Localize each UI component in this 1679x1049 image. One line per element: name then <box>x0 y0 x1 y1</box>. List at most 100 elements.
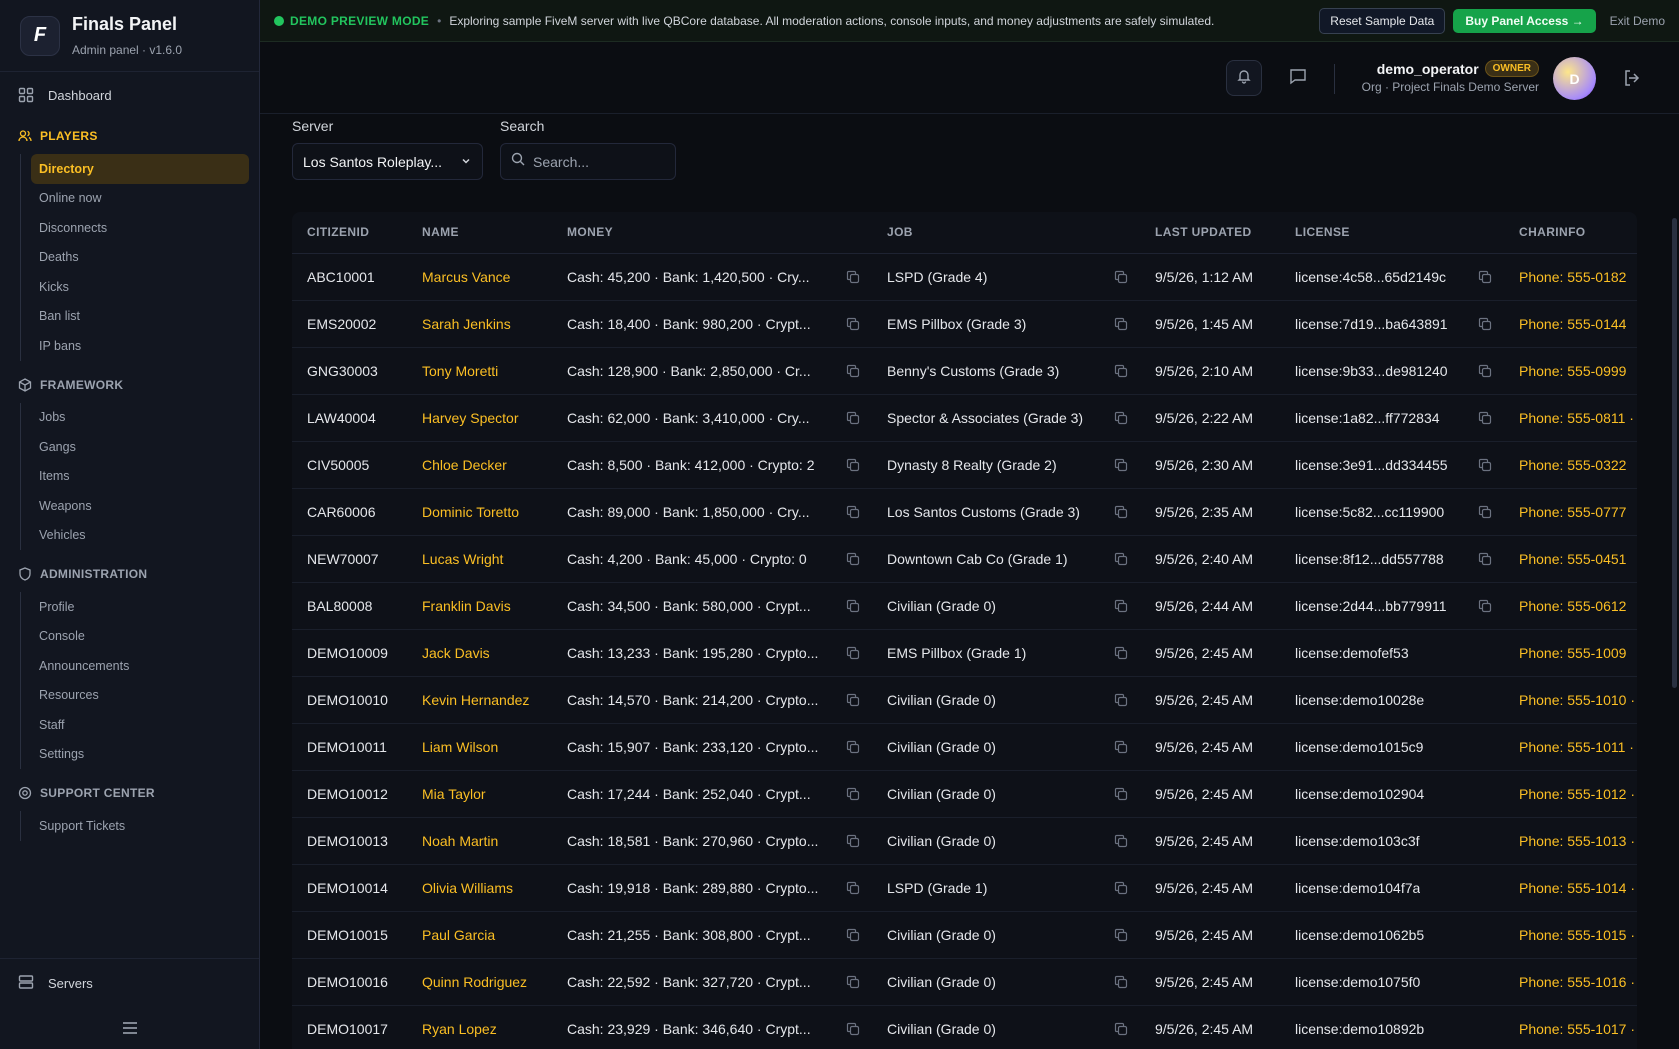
sidebar-item-gangs[interactable]: Gangs <box>31 432 249 462</box>
copy-icon[interactable] <box>1478 270 1492 284</box>
copy-icon[interactable] <box>846 881 860 895</box>
copy-icon[interactable] <box>1114 364 1128 378</box>
player-name-link[interactable]: Kevin Hernandez <box>407 676 552 724</box>
sidebar-item-support-tickets[interactable]: Support Tickets <box>31 811 249 841</box>
reset-sample-data-button[interactable]: Reset Sample Data <box>1319 7 1446 34</box>
copy-icon[interactable] <box>1114 552 1128 566</box>
sidebar-item-staff[interactable]: Staff <box>31 710 249 740</box>
messages-button[interactable] <box>1280 60 1316 96</box>
player-name-link[interactable]: Olivia Williams <box>407 864 552 912</box>
table-row[interactable]: DEMO10014 Olivia Williams Cash: 19,918 · B… <box>292 864 1637 912</box>
copy-icon[interactable] <box>1478 317 1492 331</box>
column-header-job[interactable]: JOB <box>872 212 1140 254</box>
player-name-link[interactable]: Tony Moretti <box>407 347 552 395</box>
player-name-link[interactable]: Lucas Wright <box>407 535 552 583</box>
player-name-link[interactable]: Ryan Lopez <box>407 1005 552 1049</box>
player-name-link[interactable]: Harvey Spector <box>407 394 552 442</box>
player-name-link[interactable]: Franklin Davis <box>407 582 552 630</box>
table-row[interactable]: DEMO10009 Jack Davis Cash: 13,233 · Bank: … <box>292 629 1637 677</box>
player-name-link[interactable]: Quinn Rodriguez <box>407 958 552 1006</box>
copy-icon[interactable] <box>846 505 860 519</box>
table-row[interactable]: LAW40004 Harvey Spector Cash: 62,000 · Ban… <box>292 394 1637 442</box>
search-input[interactable] <box>533 153 663 170</box>
copy-icon[interactable] <box>846 834 860 848</box>
copy-icon[interactable] <box>846 787 860 801</box>
copy-icon[interactable] <box>1478 599 1492 613</box>
copy-icon[interactable] <box>846 599 860 613</box>
sidebar-item-ip-bans[interactable]: IP bans <box>31 331 249 361</box>
player-name-link[interactable]: Marcus Vance <box>407 253 552 301</box>
copy-icon[interactable] <box>846 646 860 660</box>
sidebar-item-weapons[interactable]: Weapons <box>31 491 249 521</box>
column-header-citizenid[interactable]: CITIZENID <box>292 212 407 254</box>
copy-icon[interactable] <box>1478 458 1492 472</box>
copy-icon[interactable] <box>1114 270 1128 284</box>
table-row[interactable]: DEMO10012 Mia Taylor Cash: 17,244 · Bank: … <box>292 770 1637 818</box>
table-row[interactable]: DEMO10017 Ryan Lopez Cash: 23,929 · Bank: … <box>292 1005 1637 1049</box>
copy-icon[interactable] <box>846 928 860 942</box>
table-row[interactable]: EMS20002 Sarah Jenkins Cash: 18,400 · Bank… <box>292 300 1637 348</box>
copy-icon[interactable] <box>846 740 860 754</box>
copy-icon[interactable] <box>1114 693 1128 707</box>
table-row[interactable]: BAL80008 Franklin Davis Cash: 34,500 · Ban… <box>292 582 1637 630</box>
copy-icon[interactable] <box>846 270 860 284</box>
copy-icon[interactable] <box>846 411 860 425</box>
column-header-charinfo[interactable]: CHARINFO <box>1504 212 1637 254</box>
sidebar-item-ban-list[interactable]: Ban list <box>31 302 249 332</box>
sidebar-item-profile[interactable]: Profile <box>31 592 249 622</box>
buy-panel-access-button[interactable]: Buy Panel Access → <box>1453 8 1596 33</box>
menu-icon[interactable] <box>0 1007 259 1049</box>
copy-icon[interactable] <box>1114 458 1128 472</box>
copy-icon[interactable] <box>1114 317 1128 331</box>
copy-icon[interactable] <box>1478 505 1492 519</box>
section-administration[interactable]: ADMINISTRATION <box>0 560 259 588</box>
player-name-link[interactable]: Chloe Decker <box>407 441 552 489</box>
sidebar-item-servers[interactable]: Servers <box>0 959 259 1007</box>
player-name-link[interactable]: Dominic Toretto <box>407 488 552 536</box>
player-name-link[interactable]: Mia Taylor <box>407 770 552 818</box>
sidebar-item-items[interactable]: Items <box>31 462 249 492</box>
copy-icon[interactable] <box>846 317 860 331</box>
table-row[interactable]: CIV50005 Chloe Decker Cash: 8,500 · Bank: … <box>292 441 1637 489</box>
column-header-last-updated[interactable]: LAST UPDATED <box>1140 212 1280 254</box>
column-header-name[interactable]: NAME <box>407 212 552 254</box>
logout-icon[interactable] <box>1623 69 1641 92</box>
exit-demo-button[interactable]: Exit Demo <box>1610 14 1665 28</box>
copy-icon[interactable] <box>846 458 860 472</box>
sidebar-item-vehicles[interactable]: Vehicles <box>31 521 249 551</box>
copy-icon[interactable] <box>846 552 860 566</box>
copy-icon[interactable] <box>1114 505 1128 519</box>
section-support-center[interactable]: SUPPORT CENTER <box>0 779 259 807</box>
copy-icon[interactable] <box>1114 1022 1128 1036</box>
user-info[interactable]: demo_operator OWNER Org · Project Finals… <box>1362 60 1539 94</box>
table-row[interactable]: NEW70007 Lucas Wright Cash: 4,200 · Bank: … <box>292 535 1637 583</box>
avatar[interactable]: D <box>1553 57 1596 100</box>
server-select[interactable]: Los Santos Roleplay... <box>292 143 483 180</box>
table-row[interactable]: DEMO10010 Kevin Hernandez Cash: 14,570 · B… <box>292 676 1637 724</box>
copy-icon[interactable] <box>1478 411 1492 425</box>
table-row[interactable]: ABC10001 Marcus Vance Cash: 45,200 · Bank:… <box>292 253 1637 301</box>
player-name-link[interactable]: Liam Wilson <box>407 723 552 771</box>
sidebar-item-directory[interactable]: Directory <box>31 154 249 184</box>
copy-icon[interactable] <box>1114 599 1128 613</box>
player-name-link[interactable]: Jack Davis <box>407 629 552 677</box>
sidebar-item-announcements[interactable]: Announcements <box>31 651 249 681</box>
table-row[interactable]: GNG30003 Tony Moretti Cash: 128,900 · Bank… <box>292 347 1637 395</box>
search-field[interactable] <box>500 143 676 180</box>
copy-icon[interactable] <box>1114 787 1128 801</box>
sidebar-item-online-now[interactable]: Online now <box>31 184 249 214</box>
copy-icon[interactable] <box>846 1022 860 1036</box>
table-row[interactable]: DEMO10011 Liam Wilson Cash: 15,907 · Bank:… <box>292 723 1637 771</box>
section-framework[interactable]: FRAMEWORK <box>0 371 259 399</box>
section-players[interactable]: PLAYERS <box>0 122 259 150</box>
player-name-link[interactable]: Noah Martin <box>407 817 552 865</box>
copy-icon[interactable] <box>1478 552 1492 566</box>
copy-icon[interactable] <box>1114 740 1128 754</box>
sidebar-item-dashboard[interactable]: Dashboard <box>0 72 259 118</box>
copy-icon[interactable] <box>846 975 860 989</box>
sidebar-item-resources[interactable]: Resources <box>31 681 249 711</box>
column-header-license[interactable]: LICENSE <box>1280 212 1504 254</box>
sidebar-item-disconnects[interactable]: Disconnects <box>31 213 249 243</box>
column-header-money[interactable]: MONEY <box>552 212 872 254</box>
notifications-button[interactable] <box>1226 60 1262 96</box>
